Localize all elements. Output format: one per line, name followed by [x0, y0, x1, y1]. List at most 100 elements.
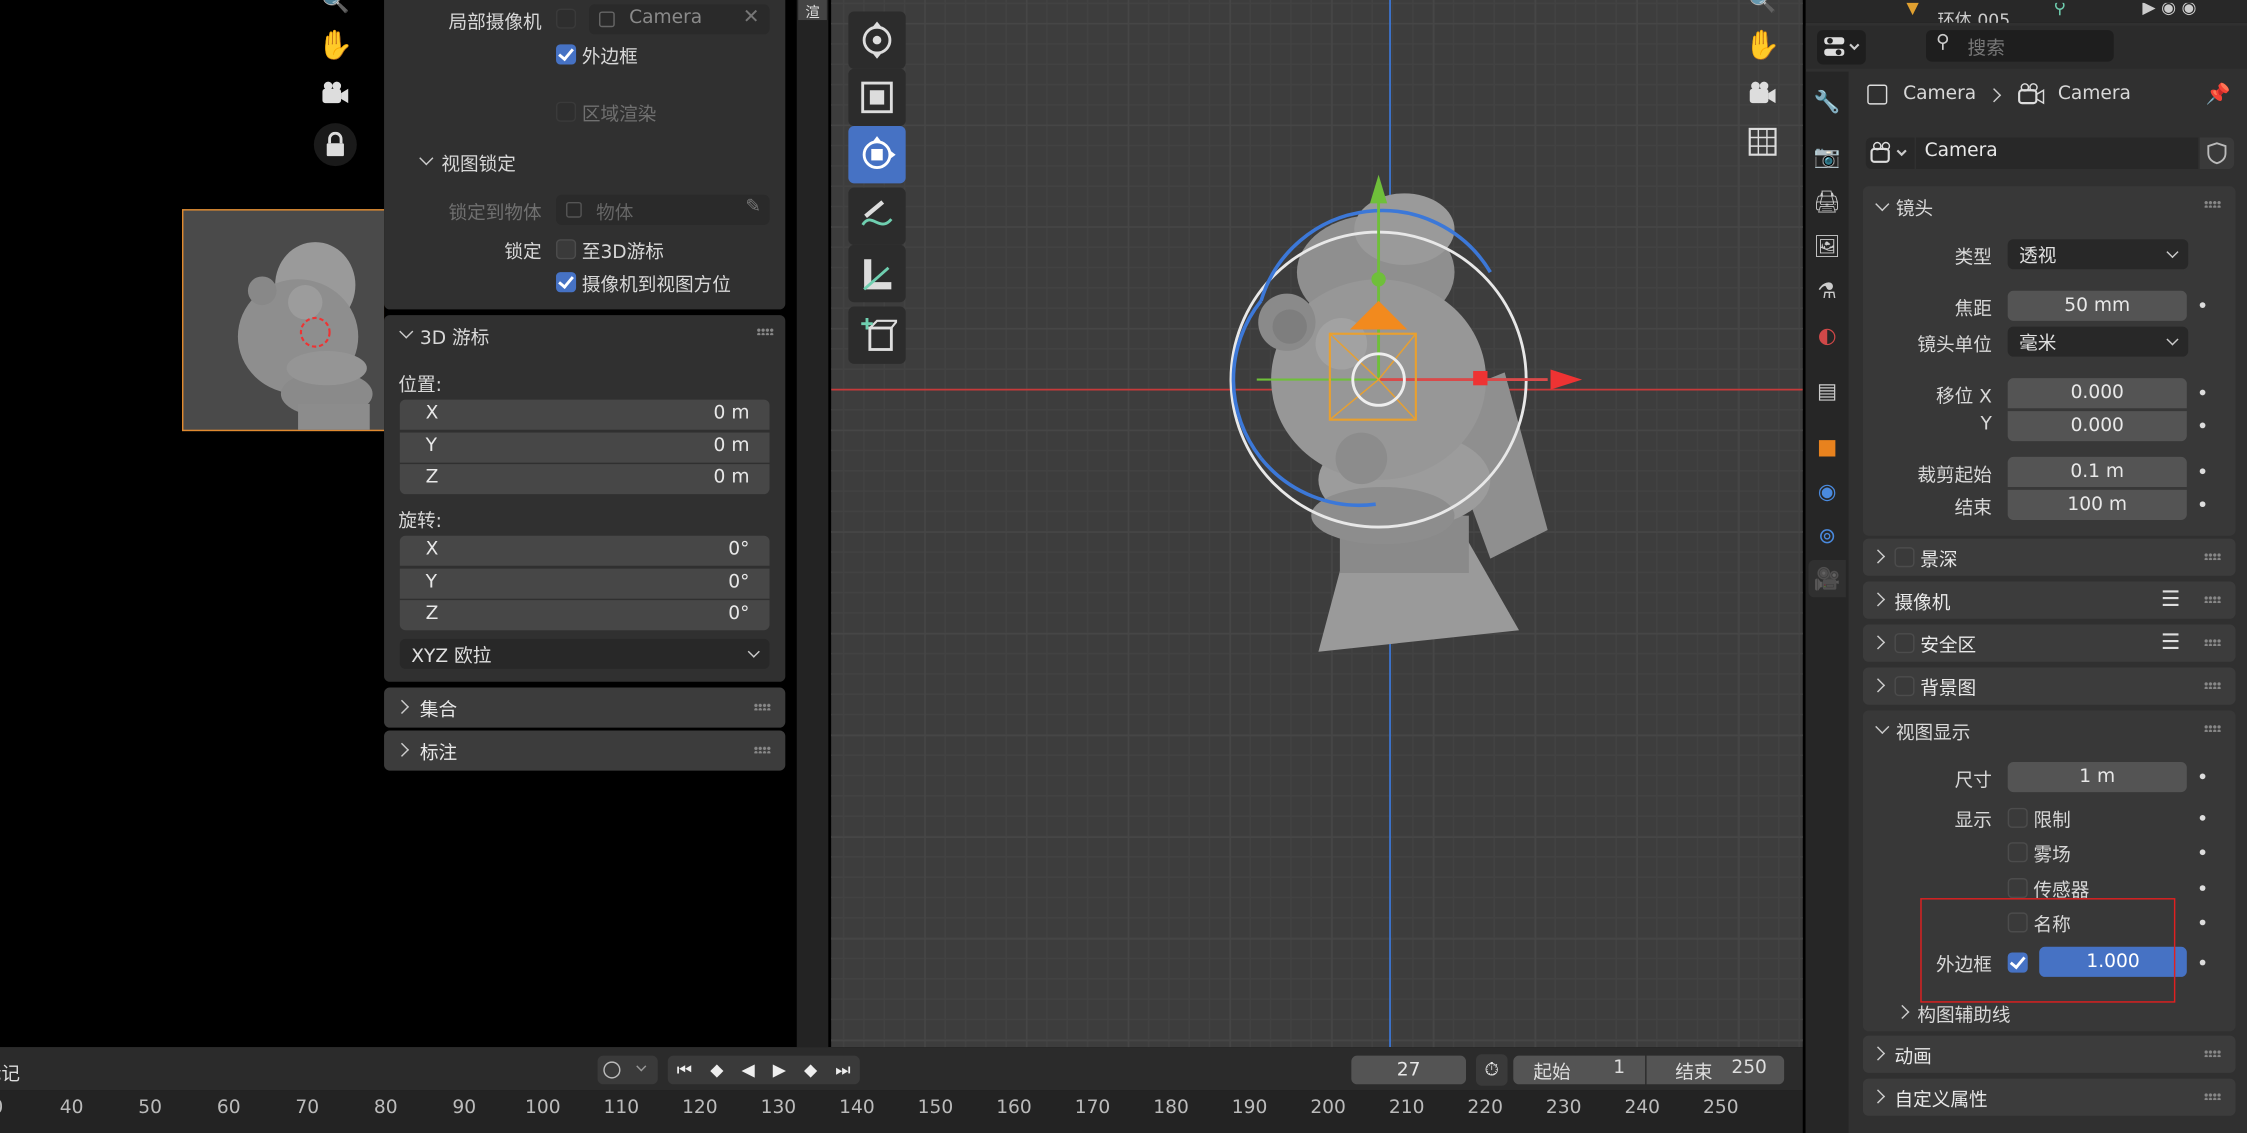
rotation-field-x[interactable]: X 0°: [399, 535, 770, 566]
pin-icon[interactable]: 📌: [2204, 80, 2233, 109]
drag-grip-icon[interactable]: [2204, 200, 2222, 208]
cursor-title[interactable]: 3D 游标: [420, 322, 489, 349]
lock-3d-cursor-checkbox[interactable]: [556, 239, 577, 260]
physics-tab-icon[interactable]: ◉: [1808, 473, 1845, 510]
keyframe-dot[interactable]: [2199, 815, 2206, 821]
datablock-name-field[interactable]: Camera: [1915, 137, 2199, 170]
local-camera-checkbox[interactable]: [556, 8, 577, 29]
camera-panel-header[interactable]: 摄像机 ☰: [1862, 581, 2236, 619]
datablock-browse[interactable]: [1865, 137, 1915, 170]
keying-toggle[interactable]: [597, 1055, 658, 1085]
view-lock-title[interactable]: 视图锁定: [441, 149, 516, 176]
view-layer-tab-icon[interactable]: 🖼: [1808, 228, 1845, 265]
play-icon[interactable]: ▶: [773, 1060, 786, 1080]
viewport-display-title[interactable]: 视图显示: [1896, 718, 1971, 744]
region-render-checkbox[interactable]: [556, 101, 577, 122]
jump-start-icon[interactable]: ⏮: [677, 1059, 692, 1080]
location-field-z[interactable]: Z 0 m: [399, 464, 770, 495]
world-tab-icon[interactable]: ◐: [1808, 317, 1845, 354]
editor-type-menu[interactable]: [1817, 30, 1866, 65]
grid-icon[interactable]: [1741, 120, 1784, 163]
tool-tab-icon[interactable]: 🔧: [1808, 83, 1845, 120]
drag-grip-icon[interactable]: [753, 703, 771, 711]
keyframe-dot[interactable]: [2199, 389, 2206, 396]
transform-tool[interactable]: [848, 126, 906, 184]
show-sensor-checkbox[interactable]: [2007, 878, 2028, 899]
sidebar-tab-view[interactable]: 渲: [798, 0, 827, 21]
border-checkbox[interactable]: [556, 44, 577, 65]
drag-grip-icon[interactable]: [756, 328, 774, 336]
marker-menu-partial[interactable]: 标记: [0, 1059, 20, 1085]
output-tab-icon[interactable]: 🖨: [1808, 183, 1845, 220]
play-reverse-icon[interactable]: ◀: [742, 1060, 755, 1080]
composition-guides-title[interactable]: 构图辅助线: [1917, 1000, 2010, 1027]
clear-icon[interactable]: ✕: [743, 6, 760, 29]
end-frame-field[interactable]: 结束 250: [1646, 1055, 1785, 1085]
hand-pan-icon[interactable]: ✋: [314, 23, 357, 66]
prev-keyframe-icon[interactable]: ◆: [710, 1060, 723, 1080]
drag-grip-icon[interactable]: [2204, 638, 2222, 646]
lock-icon[interactable]: [313, 123, 357, 167]
custom-props-panel-header[interactable]: 自定义属性: [1862, 1078, 2236, 1116]
keyframe-dot[interactable]: [2199, 501, 2206, 508]
safe-areas-panel-header[interactable]: 安全区 ☰: [1862, 624, 2236, 662]
search-icon[interactable]: 🔍: [314, 0, 357, 17]
focal-field[interactable]: 50 mm: [2007, 290, 2187, 321]
type-select[interactable]: 透视: [2007, 239, 2189, 270]
keyframe-dot[interactable]: [2199, 849, 2206, 856]
timeline-ruler[interactable]: 40 50 60 70 80 90 100 110 120 130 140 150 160 170 180 1…: [0, 1090, 1803, 1133]
lock-camera-to-view-checkbox[interactable]: [556, 272, 577, 293]
lens-unit-select[interactable]: 毫米: [2007, 326, 2189, 357]
drag-grip-icon[interactable]: [2204, 1049, 2222, 1058]
hand-pan-icon[interactable]: ✋: [1741, 23, 1784, 66]
annotations-panel-header[interactable]: 标注: [384, 730, 786, 771]
dof-panel-header[interactable]: 景深: [1862, 538, 2236, 576]
drag-grip-icon[interactable]: [2204, 552, 2222, 561]
measure-tool[interactable]: [848, 244, 906, 303]
current-frame-field[interactable]: 27: [1351, 1055, 1466, 1085]
next-keyframe-icon[interactable]: ◆: [804, 1060, 817, 1080]
scale-tool[interactable]: [848, 68, 906, 127]
stopwatch-icon[interactable]: ⏱: [1476, 1054, 1508, 1086]
location-field-x[interactable]: X 0 m: [399, 399, 770, 430]
background-panel-header[interactable]: 背景图: [1862, 667, 2236, 705]
scene-tab-icon[interactable]: ⚗: [1808, 272, 1845, 309]
lock-to-object-field[interactable]: 物体 ✎: [556, 194, 770, 225]
animation-panel-header[interactable]: 动画: [1862, 1035, 2236, 1073]
constraints-tab-icon[interactable]: ⊚: [1808, 517, 1845, 554]
object-tab-icon[interactable]: ■: [1808, 428, 1845, 465]
keyframe-dot[interactable]: [2199, 919, 2206, 926]
keyframe-dot[interactable]: [2199, 422, 2206, 429]
clip-start-field[interactable]: 0.1 m: [2007, 456, 2187, 488]
presets-list-icon[interactable]: ☰: [2161, 629, 2180, 655]
rotation-field-y[interactable]: Y 0°: [399, 567, 770, 599]
eyedropper-icon[interactable]: ✎: [745, 196, 761, 217]
shift-x-field[interactable]: 0.000: [2007, 378, 2187, 409]
visibility-icons[interactable]: ▶ ◉ ◉: [2142, 3, 2196, 17]
show-limits-checkbox[interactable]: [2007, 807, 2028, 828]
add-cube-tool[interactable]: [848, 306, 906, 364]
gizmo-y-arrow[interactable]: [1369, 174, 1388, 204]
jump-end-icon[interactable]: ⏭: [835, 1059, 850, 1080]
clip-end-field[interactable]: 100 m: [2007, 489, 2187, 520]
gizmo-x-arrow[interactable]: [1550, 369, 1583, 390]
search-input[interactable]: ⚲ 搜索: [1926, 30, 2114, 62]
safe-areas-checkbox[interactable]: [1894, 633, 1915, 654]
gizmo-x-handle[interactable]: [1473, 370, 1488, 386]
lens-title[interactable]: 镜头: [1896, 193, 1933, 220]
rotation-mode-select[interactable]: XYZ 欧拉: [399, 638, 770, 669]
viewport-3d[interactable]: [831, 0, 1803, 1048]
local-camera-field[interactable]: Camera ✕: [588, 4, 770, 35]
collection-tab-icon[interactable]: ▤: [1808, 372, 1845, 409]
drag-grip-icon[interactable]: [2204, 681, 2222, 689]
drag-grip-icon[interactable]: [2204, 724, 2222, 732]
render-tab-icon[interactable]: 📷: [1808, 138, 1845, 175]
show-mist-checkbox[interactable]: [2007, 842, 2028, 863]
location-field-y[interactable]: Y 0 m: [399, 431, 770, 462]
drag-grip-icon[interactable]: [753, 746, 771, 754]
presets-list-icon[interactable]: ☰: [2161, 586, 2180, 612]
drag-grip-icon[interactable]: [2204, 595, 2222, 604]
keyframe-dot[interactable]: [2199, 773, 2206, 780]
shift-y-field[interactable]: 0.000: [2007, 411, 2187, 442]
keyframe-dot[interactable]: [2199, 468, 2206, 475]
